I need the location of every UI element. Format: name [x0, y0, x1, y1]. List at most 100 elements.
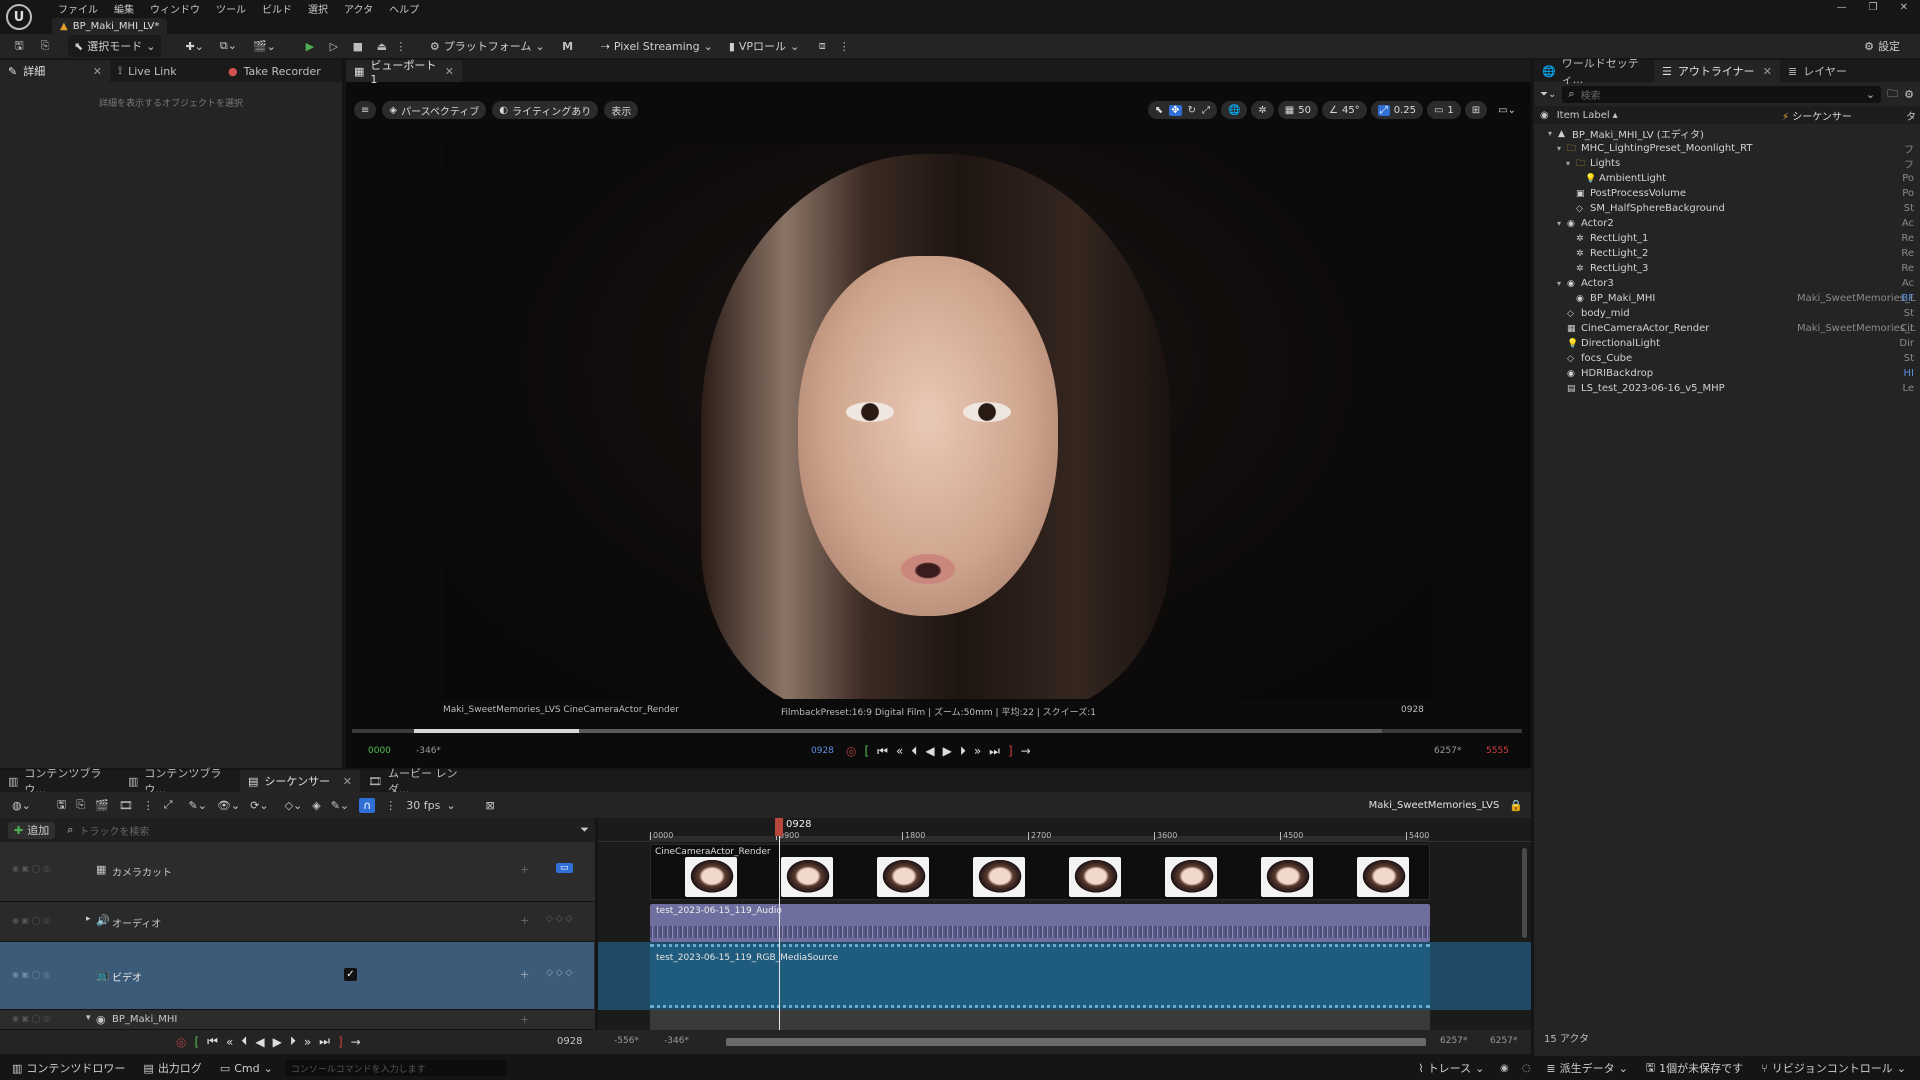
close-icon[interactable]: ✕	[93, 65, 102, 78]
fps-dropdown[interactable]: 30 fps ⌄	[406, 799, 455, 812]
outliner-row[interactable]: 💡 DirectionalLight Dir	[1534, 336, 1920, 351]
blueprint-button[interactable]: ⧉⌄	[214, 35, 243, 57]
close-window-icon[interactable]: ✕	[1900, 2, 1908, 13]
track-filter-icon[interactable]: ⏷	[580, 823, 589, 837]
view-options-icon[interactable]: 👁⌄	[217, 799, 240, 812]
tab-sequencer[interactable]: ▤ シーケンサー ✕	[240, 770, 360, 792]
scale-tool-icon[interactable]: ⤢	[1202, 105, 1210, 116]
key-options-icon[interactable]: ◇⌄	[285, 799, 303, 812]
add-key-icon[interactable]: +	[520, 1013, 529, 1026]
range-start-icon[interactable]: [	[864, 744, 869, 758]
record-icon[interactable]: ◎	[176, 1035, 186, 1049]
jump-start-icon[interactable]: ⏮	[207, 1034, 218, 1049]
play-forward-icon[interactable]: ▶	[943, 744, 952, 758]
range-end-a[interactable]: 6257*	[1440, 1036, 1467, 1046]
lighting-button[interactable]: ◐ ライティングあり	[492, 101, 599, 119]
tab-layers[interactable]: ≣ レイヤー	[1780, 60, 1860, 82]
video-section[interactable]: test_2023-06-15_119_RGB_MediaSource	[650, 944, 1430, 1008]
cinematics-button[interactable]: 🎬⌄	[247, 35, 282, 57]
world-icon[interactable]: ◍⌄	[12, 799, 31, 812]
unreal-logo[interactable]: U	[6, 4, 32, 30]
reverse-icon[interactable]: ◀	[925, 744, 934, 758]
col-item-label[interactable]: Item Label	[1557, 110, 1610, 121]
save-icon[interactable]: 🖫	[8, 37, 30, 56]
trace-button[interactable]: ⌇ トレース ⌄	[1412, 1057, 1490, 1079]
tab-movie-render[interactable]: 🎞 ムービー レンダ...	[360, 767, 480, 796]
outliner-row[interactable]: 💡 AmbientLight Po	[1534, 171, 1920, 186]
outliner-row[interactable]: ◉ BP_Maki_MHI Maki_SweetMemories_L BF	[1534, 291, 1920, 306]
timeline-hscroll[interactable]	[726, 1038, 1426, 1046]
timecode-icon[interactable]: ⊠	[486, 799, 495, 812]
modeling-icon[interactable]: M	[555, 40, 581, 53]
menu-window[interactable]: ウィンドウ	[142, 1, 208, 16]
surface-snap-toggle[interactable]: ✲	[1251, 101, 1274, 119]
world-local-toggle[interactable]: 🌐	[1220, 101, 1248, 119]
render-movie-icon[interactable]: 🎬	[95, 799, 109, 812]
filter-icon[interactable]: ⏷⌄	[1540, 89, 1556, 100]
scale-snap-button[interactable]: ⤢ 0.25	[1370, 101, 1423, 119]
play-forward-icon[interactable]: ▶	[273, 1035, 282, 1049]
audio-section[interactable]: test_2023-06-15_119_Audio	[650, 904, 1430, 942]
curve-editor-icon[interactable]: ⤢	[164, 798, 173, 812]
outliner-row[interactable]: ▾ 🗀 Lights フ	[1534, 156, 1920, 171]
range-start-b[interactable]: -346*	[664, 1036, 689, 1046]
expand-icon[interactable]: ▾	[1566, 159, 1570, 168]
pixel-streaming-button[interactable]: ⇢ Pixel Streaming ⌄	[595, 35, 719, 57]
outliner-row[interactable]: ✲ RectLight_2 Re	[1534, 246, 1920, 261]
menu-file[interactable]: ファイル	[50, 1, 106, 16]
close-icon[interactable]: ✕	[445, 65, 454, 78]
sequencer-current-frame[interactable]: 0928	[557, 1036, 582, 1047]
tab-world-settings[interactable]: 🌐 ワールドセッティ...	[1534, 57, 1654, 86]
sequencer-timeline[interactable]: 0000 0900 1800 2700 3600 4500 5400 0928 …	[598, 818, 1531, 1030]
outliner-row[interactable]: ▾ ▲ BP_Maki_MHI_LV (エディタ)	[1534, 126, 1920, 142]
camera-cut-section[interactable]: CineCameraActor_Render	[650, 844, 1430, 900]
playback-options-icon[interactable]: ⟳⌄	[250, 799, 268, 812]
vp-roll-button[interactable]: ▮ VPロール ⌄	[723, 35, 805, 57]
outliner-row[interactable]: ▾ ◉ Actor2 Ac	[1534, 216, 1920, 231]
tab-live-link[interactable]: ⟟ Live Link	[110, 60, 220, 82]
group-icon[interactable]: ⧈	[809, 39, 835, 53]
range-end-b[interactable]: 6257*	[1490, 1036, 1517, 1046]
prev-frame-icon[interactable]: ⏴	[241, 1034, 247, 1049]
derived-data-button[interactable]: ≣ 派生データ ⌄	[1540, 1057, 1633, 1079]
close-icon[interactable]: ✕	[1763, 65, 1772, 78]
outliner-row[interactable]: ▣ PostProcessVolume Po	[1534, 186, 1920, 201]
select-tool-icon[interactable]: ⬉	[1155, 105, 1163, 116]
eject-icon[interactable]: ⏏	[372, 40, 392, 53]
auto-key-icon[interactable]: ◈	[312, 799, 320, 812]
find-asset-icon[interactable]: ⎘	[76, 798, 85, 812]
play-icon[interactable]: ▶	[300, 40, 320, 53]
more-options-icon[interactable]: ⋮	[395, 40, 406, 53]
key-nav-icons[interactable]: ◇ ◇ ◇	[546, 968, 573, 978]
tab-details[interactable]: ✎ 詳細 ✕	[0, 60, 110, 82]
doc-tab[interactable]: ▲ BP_Maki_MHI_LV*	[52, 18, 168, 34]
outliner-row[interactable]: ▤ LS_test_2023-06-16_v5_MHP Le	[1534, 381, 1920, 396]
add-folder-icon[interactable]: 🗀	[1887, 85, 1898, 104]
tab-content-browser-1[interactable]: ▥ コンテンツブラウ...	[0, 767, 120, 796]
settings-button[interactable]: ⚙ 設定	[1858, 35, 1906, 57]
edit-icon[interactable]: ✎⌄	[331, 799, 349, 812]
tab-take-recorder[interactable]: ● Take Recorder	[220, 60, 340, 82]
rotation-snap-button[interactable]: ∠ 45°	[1321, 101, 1367, 119]
toolbar-more-icon[interactable]: ⋮	[839, 40, 850, 53]
outliner-row[interactable]: ▦ CineCameraActor_Render Maki_SweetMemorie…	[1534, 321, 1920, 336]
cmd-dropdown[interactable]: ▭ Cmd ⌄	[214, 1057, 279, 1079]
menu-edit[interactable]: 編集	[106, 1, 142, 16]
unsaved-button[interactable]: 🖫 1個が未保存です	[1640, 1057, 1749, 1079]
layout-button[interactable]: ▭⌄	[1491, 101, 1523, 119]
tab-viewport[interactable]: ▦ ビューポート1 ✕	[346, 59, 462, 86]
console-input[interactable]: コンソールコマンドを入力します	[284, 1060, 507, 1076]
more-icon[interactable]: ⋮	[143, 799, 154, 812]
col-type[interactable]: タ	[1906, 108, 1916, 123]
camera-speed-button[interactable]: ▭ 1	[1426, 101, 1461, 119]
lock-icon[interactable]: 🔒	[1509, 799, 1523, 812]
outliner-row[interactable]: ▾ 🗀 MHC_LightingPreset_Moonlight_RT フ	[1534, 141, 1920, 156]
jump-start-icon[interactable]: ⏮	[877, 744, 888, 759]
expand-icon[interactable]: ▸	[86, 914, 91, 924]
add-actor-button[interactable]: ✚⌄	[179, 35, 209, 57]
tab-outliner[interactable]: ☰ アウトライナー ✕	[1654, 60, 1780, 82]
jump-end-icon[interactable]: ⏭	[319, 1034, 330, 1049]
clapper-icon[interactable]: 🎞	[119, 799, 133, 812]
menu-actor[interactable]: アクタ	[336, 1, 381, 16]
menu-help[interactable]: ヘルプ	[381, 1, 427, 16]
